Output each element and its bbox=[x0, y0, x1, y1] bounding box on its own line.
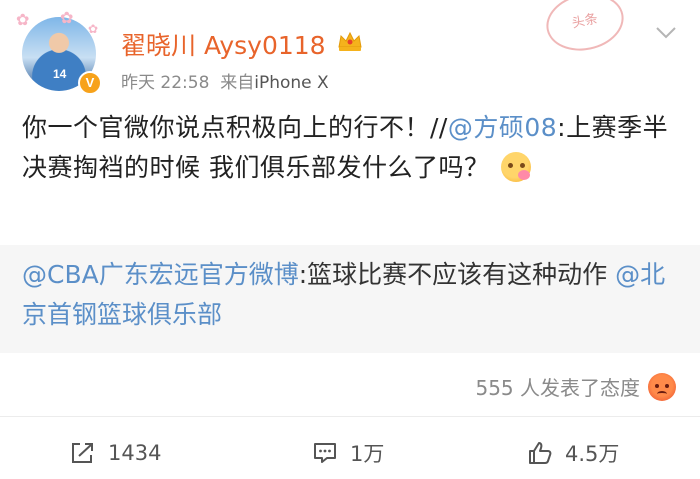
retweeted-text: @CBA广东宏远官方微博:篮球比赛不应该有这种动作 @北京首钢篮球俱乐部 bbox=[22, 255, 682, 335]
username[interactable]: 翟晓川 Aysy0118 bbox=[121, 26, 326, 62]
post-meta: 昨天 22:58 来自iPhone X bbox=[121, 68, 329, 93]
crown-icon[interactable] bbox=[337, 30, 363, 52]
like-icon bbox=[529, 442, 552, 464]
repost-button[interactable]: 1434 bbox=[70, 430, 161, 476]
comment-button[interactable]: 1万 bbox=[312, 430, 384, 476]
repost-icon bbox=[72, 443, 93, 463]
reactions-label: 555 人发表了态度 bbox=[475, 376, 640, 400]
source-prefix: 来自 bbox=[220, 73, 255, 93]
retweeted-body: :篮球比赛不应该有这种动作 bbox=[298, 260, 616, 289]
action-bar: 1434 1万 4.5万 bbox=[0, 430, 700, 476]
blossom-icon: ✿ bbox=[88, 22, 99, 36]
angry-icon bbox=[648, 373, 676, 401]
comment-icon bbox=[314, 443, 336, 463]
repost-count: 1434 bbox=[108, 441, 162, 465]
divider bbox=[0, 416, 700, 417]
avatar-jersey-number: 14 bbox=[53, 67, 67, 81]
comment-count: 1万 bbox=[350, 442, 385, 466]
like-button[interactable]: 4.5万 bbox=[527, 430, 619, 476]
post-source: iPhone X bbox=[254, 73, 329, 93]
headline-stamp: 头条 bbox=[541, 0, 629, 58]
post-body: 你一个官微你说点积极向上的行不！//@方硕08:上赛季半决赛掏裆的时候 我们俱乐… bbox=[22, 108, 682, 188]
post-header: 14 ✿ ✿ ✿ V 翟晓川 Aysy0118 昨天 22:58 来自iPhon… bbox=[0, 0, 700, 100]
smiling-emoji-icon bbox=[501, 152, 532, 182]
mention-link[interactable]: @CBA广东宏远官方微博 bbox=[22, 260, 299, 289]
reactions-summary[interactable]: 555 人发表了态度 bbox=[475, 372, 676, 401]
mention-link[interactable]: @方硕08 bbox=[448, 113, 557, 142]
blossom-icon: ✿ bbox=[16, 10, 30, 29]
retweeted-post[interactable]: @CBA广东宏远官方微博:篮球比赛不应该有这种动作 @北京首钢篮球俱乐部 bbox=[0, 245, 700, 353]
post-time: 昨天 22:58 bbox=[121, 73, 210, 93]
post-text-main: 你一个官微你说点积极向上的行不！// bbox=[22, 113, 448, 142]
chevron-down-icon[interactable] bbox=[655, 26, 677, 40]
verified-badge: V bbox=[78, 71, 102, 95]
like-count: 4.5万 bbox=[565, 442, 620, 466]
blossom-icon: ✿ bbox=[60, 8, 74, 27]
